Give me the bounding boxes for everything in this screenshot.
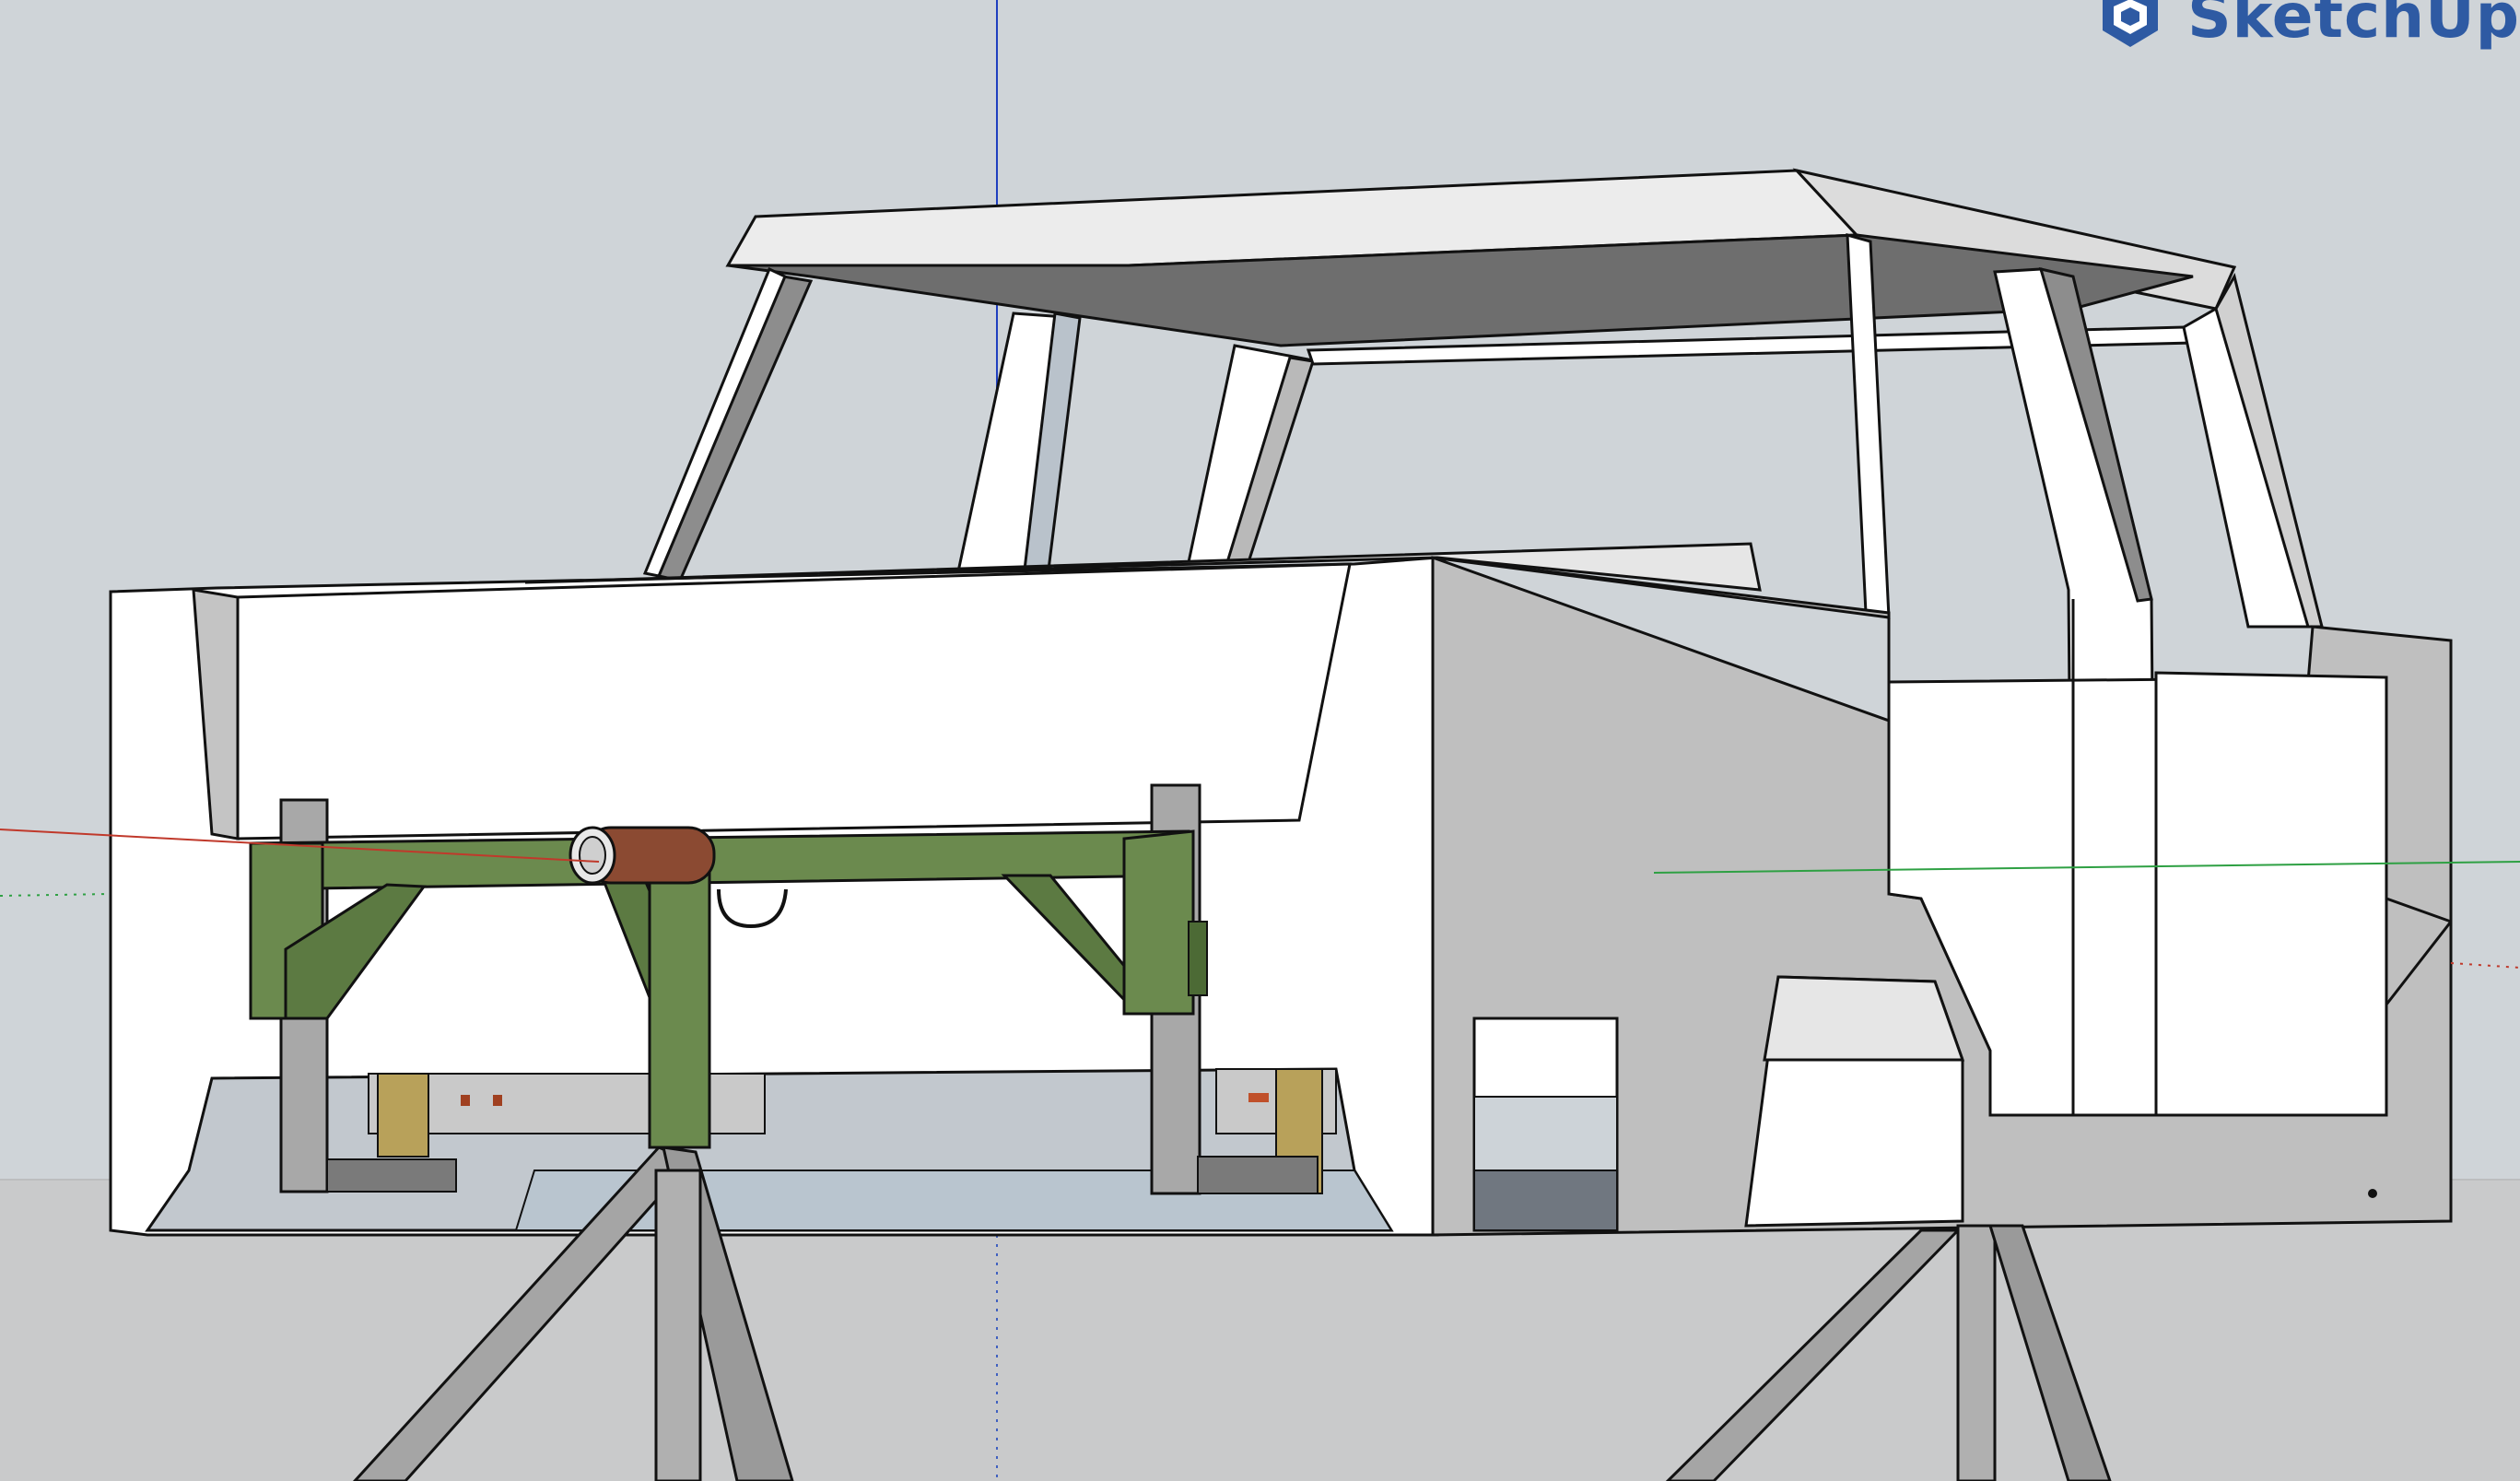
side-vent-mid <box>1473 1096 1618 1171</box>
slot-red-1 <box>461 1095 470 1106</box>
pivot-tube-inner <box>579 836 606 875</box>
mount-plate-left <box>377 1073 429 1158</box>
modeling-viewport[interactable]: SketchUp <box>0 0 2520 1481</box>
slot-red-2 <box>493 1095 502 1106</box>
stand-post-center <box>654 1169 702 1481</box>
frame-right-post <box>1122 829 1195 1016</box>
stand-post-right <box>1956 1224 1997 1481</box>
rear-window-opening <box>2154 671 2388 1117</box>
frame-right-clamp <box>1188 921 1208 996</box>
3d-scene[interactable] <box>0 0 2520 1481</box>
slot-red-3 <box>1248 1093 1269 1102</box>
side-vent-dark <box>1473 1170 1618 1231</box>
post-right-base <box>1197 1156 1319 1194</box>
post-left-base <box>326 1158 457 1193</box>
sketchup-logo-icon <box>2103 0 2159 47</box>
sketchup-brand: SketchUp <box>2093 0 2520 57</box>
frame-center-post <box>648 869 711 1149</box>
app-name: SketchUp <box>2187 0 2520 52</box>
door-handle-dot <box>2368 1189 2377 1198</box>
wheel-arch-rear-top <box>1763 975 1965 1062</box>
